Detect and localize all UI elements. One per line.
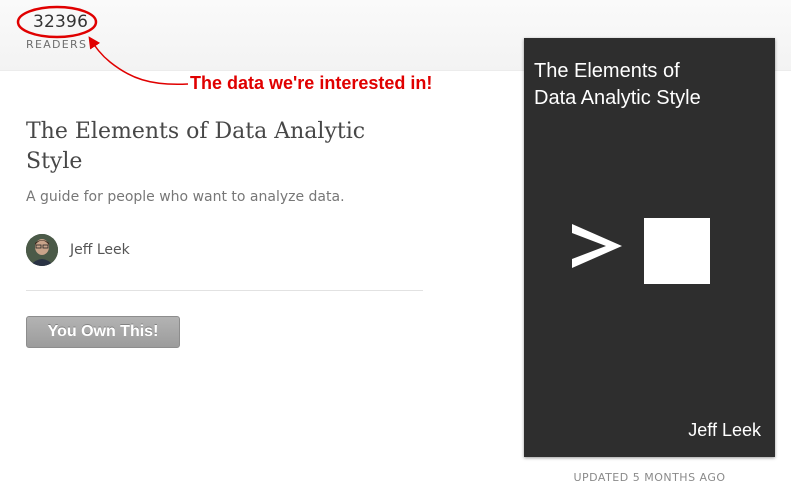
- cover-author: Jeff Leek: [688, 420, 761, 440]
- book-cover[interactable]: The Elements of Data Analytic Style Jeff…: [524, 38, 775, 457]
- author-name[interactable]: Jeff Leek: [70, 242, 130, 258]
- updated-label: UPDATED 5 MONTHS AGO: [573, 471, 726, 484]
- book-title: The Elements of Data Analytic Style: [26, 119, 366, 174]
- cover-title-line-1: The Elements of: [534, 60, 680, 82]
- terminal-prompt-icon: [572, 218, 710, 284]
- section-divider: [26, 290, 423, 291]
- book-subtitle: A guide for people who want to analyze d…: [26, 189, 345, 205]
- author-row[interactable]: Jeff Leek: [26, 234, 130, 266]
- annotation-text: The data we're interested in!: [190, 73, 433, 93]
- person-avatar-icon: [26, 234, 58, 266]
- author-avatar[interactable]: [26, 234, 58, 266]
- reader-count: 32396: [33, 12, 89, 32]
- you-own-this-button[interactable]: You Own This!: [26, 316, 180, 348]
- cover-title: The Elements of Data Analytic Style: [534, 58, 769, 112]
- cover-title-line-2: Data Analytic Style: [534, 87, 701, 109]
- readers-label: READERS: [26, 38, 88, 51]
